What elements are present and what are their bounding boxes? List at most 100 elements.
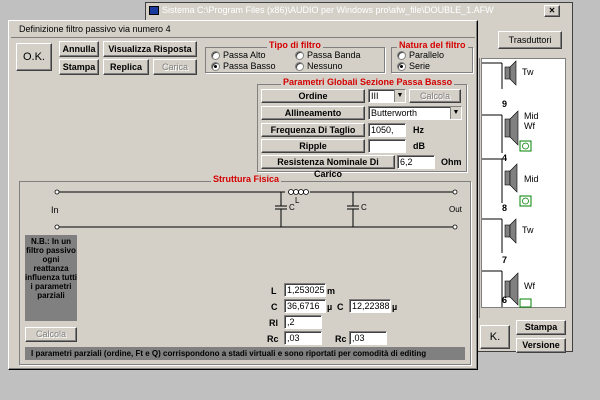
system-window-titlebar[interactable]: Sistema C:\Program Files (x86)\AUDIO per… [146,3,572,19]
radio-passa-banda[interactable]: Passa Banda [295,50,361,60]
radio-parallelo-dot [397,50,406,60]
ordine-value: III [371,91,379,101]
inductor-symbol [288,189,309,195]
radio-parallelo[interactable]: Parallelo [397,50,444,60]
radio-nessuno[interactable]: Nessuno [295,61,343,71]
visualizza-risposta-button[interactable]: Visualizza Risposta [103,41,197,57]
radio-nessuno-label: Nessuno [307,61,343,71]
radio-passa-alto-label: Passa Alto [223,50,266,60]
radio-serie-label: Serie [409,61,431,71]
app-icon [149,6,159,15]
c2-input[interactable]: 12,22388 [349,299,391,313]
frequenza-input[interactable]: 1050, [368,123,406,137]
ripple-input[interactable] [368,139,406,153]
natura-filtro-title: Natura del filtro [397,40,468,50]
resistenza-unit: Ohm [441,157,462,167]
close-button[interactable]: ✕ [544,5,560,17]
radio-passa-basso[interactable]: Passa Basso [211,61,276,71]
l-input[interactable]: 1,253025 [284,283,326,297]
allineamento-select[interactable]: Butterworth ▼ [368,106,462,120]
c2-label: C [337,302,344,312]
rl-label: Rl [269,318,278,328]
separator-line [479,58,480,318]
radio-passa-alto[interactable]: Passa Alto [211,50,266,60]
filter-dialog[interactable]: Definizione filtro passivo via numero 4 … [8,20,478,370]
circuit-out-label: Out [449,205,462,214]
speaker-number: 7 [502,255,508,265]
ripple-button[interactable]: Ripple [261,139,365,153]
rc2-label: Rc [335,334,347,344]
tipo-filtro-title: Tipo di filtro [267,40,323,50]
replica-button[interactable]: Replica [103,59,149,75]
radio-passa-alto-dot [211,50,220,60]
ok-button[interactable]: O.K. [16,43,52,71]
footer-note: I parametri parziali (ordine, Ft e Q) co… [25,347,465,360]
rc1-input[interactable]: ,03 [284,331,322,345]
allineamento-value: Butterworth [371,108,418,118]
rl-input[interactable]: ,2 [284,315,322,329]
radio-serie[interactable]: Serie [397,61,430,71]
speaker-diagram [482,60,532,308]
speaker-label: Tw [522,67,534,77]
ripple-unit: dB [413,141,425,151]
carica-button[interactable]: Carica [153,59,197,75]
bg-ok-button[interactable]: K. [480,325,510,349]
speaker-icon [504,60,519,306]
speaker-number: 6 [502,295,508,305]
note-box: N.B.: In un filtro passivo ogni reattanz… [25,235,77,321]
annulla-button[interactable]: Annulla [59,41,99,57]
circuit-c1-label: C [289,203,295,212]
allineamento-button[interactable]: Allineamento [261,106,365,120]
speaker-label: Mid [524,174,539,184]
l-label: L [271,286,277,296]
bg-stampa-button[interactable]: Stampa [516,320,566,335]
c1-unit: µ [327,302,333,312]
dialog-titlebar[interactable]: Definizione filtro passivo via numero 4 [11,23,475,37]
chevron-down-icon: ▼ [450,107,461,119]
c1-label: C [271,302,278,312]
circuit-c2-label: C [361,203,367,212]
speaker-label: Tw [522,225,534,235]
frequenza-button[interactable]: Frequenza Di Taglio [261,123,365,137]
radio-nessuno-dot [295,61,304,71]
trasduttori-button[interactable]: Trasduttori [498,31,562,49]
footer-note-text: I parametri parziali (ordine, Ft e Q) co… [31,349,427,358]
ordine-button[interactable]: Ordine [261,89,365,103]
radio-passa-basso-dot [211,61,220,71]
dialog-title-separator [11,37,475,38]
radio-parallelo-label: Parallelo [409,50,445,60]
struttura-calcola-button[interactable]: Calcola [25,327,77,342]
c1-input[interactable]: 36,6716 [284,299,326,313]
resistenza-input[interactable]: 6,2 [397,155,435,169]
circuit-in-label: In [51,205,59,215]
radio-passa-basso-label: Passa Basso [223,61,276,71]
circuit-diagram [54,189,458,230]
resistenza-button[interactable]: Resistenza Nominale Di Carico [261,155,395,179]
circuit-area: In Out L C C [23,187,467,235]
speaker-panel: Tw 9 Mid Wf 4 Mid 8 Tw 7 Wf 6 [481,58,566,308]
desktop: Sistema C:\Program Files (x86)\AUDIO per… [0,0,600,400]
speaker-number: 9 [502,99,508,109]
speaker-label: Wf [524,281,535,291]
radio-passa-banda-dot [295,50,304,60]
calcola-button[interactable]: Calcola [409,89,461,103]
circuit-l-label: L [295,196,300,205]
l-unit: m [327,286,336,296]
dialog-title: Definizione filtro passivo via numero 4 [19,24,171,34]
system-window-title: Sistema C:\Program Files (x86)\AUDIO per… [162,5,494,15]
frequenza-unit: Hz [413,125,424,135]
ordine-select[interactable]: III ▼ [368,89,406,103]
versione-button[interactable]: Versione [516,338,566,353]
chevron-down-icon: ▼ [394,90,405,102]
speaker-number: 8 [502,203,508,213]
speaker-number: 4 [502,153,508,163]
stampa-button[interactable]: Stampa [59,59,99,75]
radio-serie-dot [397,61,406,71]
c2-unit: µ [392,302,398,312]
rc1-label: Rc [267,334,279,344]
struttura-title: Struttura Fisica [211,174,282,184]
rc2-input[interactable]: ,03 [349,331,387,345]
speaker-label: Mid Wf [524,111,539,131]
radio-passa-banda-label: Passa Banda [307,50,361,60]
parametri-title: Parametri Globali Sezione Passa Basso [281,77,455,87]
